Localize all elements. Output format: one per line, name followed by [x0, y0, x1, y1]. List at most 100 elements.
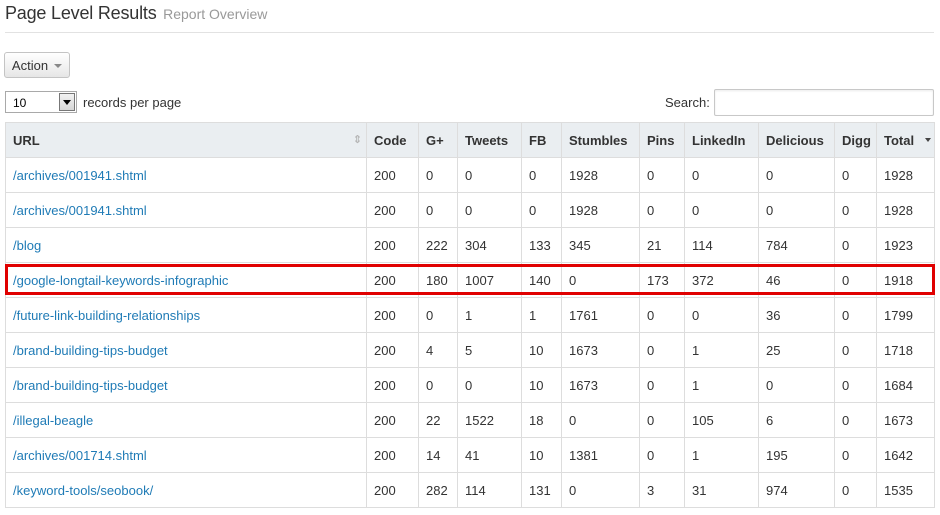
records-per-page-select[interactable]: 10 — [5, 91, 77, 113]
cell-delicious: 46 — [758, 262, 835, 298]
column-header-tweets[interactable]: Tweets — [457, 122, 522, 158]
cell-code: 200 — [366, 472, 419, 508]
cell-linkedin: 1 — [684, 437, 759, 473]
cell-tweets: 1007 — [457, 262, 522, 298]
cell-delicious: 6 — [758, 402, 835, 438]
cell-fb: 0 — [521, 192, 562, 228]
cell-pins: 0 — [639, 402, 685, 438]
cell-digg: 0 — [834, 297, 877, 333]
table-row[interactable]: /archives/001941.shtml 200 0 0 0 1928 0 0 0 0 1928 — [5, 192, 935, 228]
cell-total: 1918 — [876, 262, 935, 298]
cell-total: 1928 — [876, 157, 935, 193]
cell-digg: 0 — [834, 157, 877, 193]
cell-linkedin: 105 — [684, 402, 759, 438]
cell-delicious: 784 — [758, 227, 835, 263]
column-header-pins[interactable]: Pins — [639, 122, 685, 158]
cell-stumbles: 1673 — [561, 332, 640, 368]
cell-stumbles: 1928 — [561, 192, 640, 228]
cell-total: 1673 — [876, 402, 935, 438]
column-header-linkedin[interactable]: LinkedIn — [684, 122, 759, 158]
cell-stumbles: 1673 — [561, 367, 640, 403]
cell-gplus: 0 — [418, 297, 458, 333]
search-label: Search: — [665, 95, 710, 110]
column-header-url[interactable]: URL — [5, 122, 367, 158]
cell-fb: 1 — [521, 297, 562, 333]
cell-gplus: 0 — [418, 157, 458, 193]
cell-tweets: 41 — [457, 437, 522, 473]
cell-linkedin: 114 — [684, 227, 759, 263]
cell-code: 200 — [366, 437, 419, 473]
cell-pins: 0 — [639, 297, 685, 333]
cell-tweets: 5 — [457, 332, 522, 368]
cell-gplus: 0 — [418, 192, 458, 228]
url-link[interactable]: /keyword-tools/seobook/ — [13, 483, 153, 498]
dropdown-arrow-icon[interactable] — [59, 93, 75, 111]
column-header-gplus[interactable]: G+ — [418, 122, 458, 158]
table-row[interactable]: /archives/001714.shtml 200 14 41 10 1381 0 1 195… — [5, 437, 935, 473]
cell-linkedin: 0 — [684, 157, 759, 193]
table-row[interactable]: /google-longtail-keywords-infographic 200… — [5, 262, 935, 298]
url-link[interactable]: /illegal-beagle — [13, 413, 93, 428]
table-row[interactable]: /archives/001941.shtml 200 0 0 0 1928 0 0 0 0 1928 — [5, 157, 935, 193]
cell-digg: 0 — [834, 437, 877, 473]
cell-stumbles: 0 — [561, 262, 640, 298]
url-link[interactable]: /blog — [13, 238, 41, 253]
column-header-total[interactable]: Total — [876, 122, 935, 158]
cell-tweets: 0 — [457, 157, 522, 193]
cell-gplus: 4 — [418, 332, 458, 368]
search-input[interactable] — [714, 89, 934, 116]
action-button-label: Action — [11, 57, 49, 73]
cell-tweets: 1 — [457, 297, 522, 333]
cell-fb: 131 — [521, 472, 562, 508]
cell-linkedin: 1 — [684, 332, 759, 368]
table-header-row: URL Code G+ Tweets FB Stumbles Pins Link… — [5, 122, 935, 158]
cell-fb: 0 — [521, 157, 562, 193]
cell-url: /archives/001941.shtml — [5, 192, 367, 228]
cell-digg: 0 — [834, 192, 877, 228]
cell-digg: 0 — [834, 472, 877, 508]
column-header-code[interactable]: Code — [366, 122, 419, 158]
url-link[interactable]: /google-longtail-keywords-infographic — [13, 273, 228, 288]
cell-delicious: 974 — [758, 472, 835, 508]
cell-total: 1928 — [876, 192, 935, 228]
table-row[interactable]: /illegal-beagle 200 22 1522 18 0 0 105 6 0 1673 — [5, 402, 935, 438]
cell-total: 1923 — [876, 227, 935, 263]
url-link[interactable]: /archives/001941.shtml — [13, 203, 147, 218]
url-link[interactable]: /brand-building-tips-budget — [13, 378, 168, 393]
records-per-page-label: records per page — [83, 95, 182, 110]
column-header-fb[interactable]: FB — [521, 122, 562, 158]
cell-linkedin: 1 — [684, 367, 759, 403]
cell-stumbles: 1761 — [561, 297, 640, 333]
cell-code: 200 — [366, 297, 419, 333]
cell-pins: 0 — [639, 332, 685, 368]
table-row[interactable]: /keyword-tools/seobook/200 282 114 131 0 3 31 9… — [5, 472, 935, 508]
url-link[interactable]: /future-link-building-relationships — [13, 308, 200, 323]
cell-stumbles: 0 — [561, 472, 640, 508]
cell-stumbles: 1928 — [561, 157, 640, 193]
column-header-delicious[interactable]: Delicious — [758, 122, 835, 158]
cell-delicious: 36 — [758, 297, 835, 333]
column-header-stumbles[interactable]: Stumbles — [561, 122, 640, 158]
page-title: Page Level Results — [5, 3, 157, 23]
cell-gplus: 222 — [418, 227, 458, 263]
cell-fb: 140 — [521, 262, 562, 298]
cell-fb: 10 — [521, 437, 562, 473]
table-row[interactable]: /future-link-building-relationships 200 0 1… — [5, 297, 935, 333]
cell-url: /illegal-beagle — [5, 402, 367, 438]
url-link[interactable]: /archives/001714.shtml — [13, 448, 147, 463]
table-row[interactable]: /brand-building-tips-budget 200 4 5 10 1673 0 1… — [5, 332, 935, 368]
table-row[interactable]: /blog 200 222 304 133 345 21 114 784 0 1923 — [5, 227, 935, 263]
cell-total: 1642 — [876, 437, 935, 473]
table-row[interactable]: /brand-building-tips-budget 200 0 0 10 1673 0 1… — [5, 367, 935, 403]
cell-url: /keyword-tools/seobook/ — [5, 472, 367, 508]
cell-fb: 10 — [521, 367, 562, 403]
url-link[interactable]: /brand-building-tips-budget — [13, 343, 168, 358]
cell-gplus: 180 — [418, 262, 458, 298]
url-link[interactable]: /archives/001941.shtml — [13, 168, 147, 183]
cell-tweets: 1522 — [457, 402, 522, 438]
cell-tweets: 0 — [457, 367, 522, 403]
column-header-digg[interactable]: Digg — [834, 122, 877, 158]
cell-digg: 0 — [834, 402, 877, 438]
cell-url: /archives/001714.shtml — [5, 437, 367, 473]
action-button[interactable]: Action — [4, 52, 70, 78]
